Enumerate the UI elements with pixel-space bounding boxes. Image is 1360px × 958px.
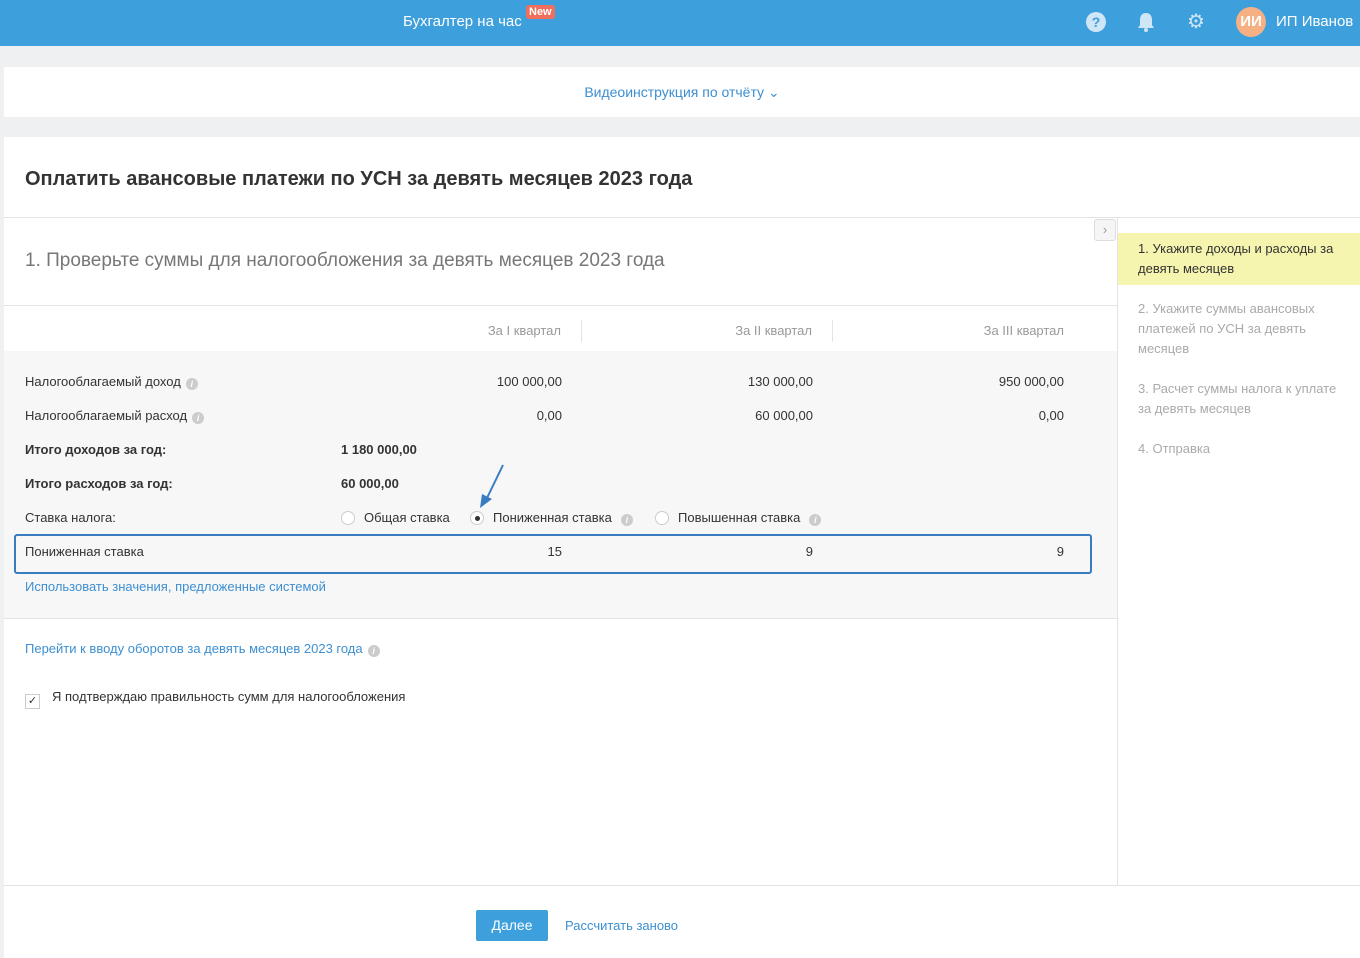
bell-icon[interactable] bbox=[1135, 11, 1157, 33]
expense-q1: 0,00 bbox=[536, 408, 562, 423]
tax-rate-label: Ставка налога: bbox=[25, 510, 116, 525]
divider bbox=[4, 305, 1117, 306]
info-icon[interactable]: i bbox=[809, 514, 822, 526]
confirm-checkbox[interactable]: ✓ Я подтверждаю правильность сумм для нал… bbox=[25, 689, 405, 709]
column-header: За I квартал bbox=[487, 323, 561, 338]
divider bbox=[4, 618, 1117, 619]
recalculate-link[interactable]: Рассчитать заново bbox=[565, 918, 678, 933]
total-income-value: 1 180 000,00 bbox=[341, 442, 417, 457]
reduced-rate-label: Пониженная ставка bbox=[25, 544, 144, 559]
brand-title[interactable]: Бухгалтер на час bbox=[403, 13, 522, 30]
checkmark-icon[interactable]: ✓ bbox=[25, 694, 40, 709]
column-separator bbox=[581, 320, 582, 342]
income-q3: 950 000,00 bbox=[998, 374, 1064, 389]
user-name[interactable]: ИП Иванов bbox=[1276, 13, 1353, 30]
main-card: Оплатить авансовые платежи по УСН за дев… bbox=[4, 137, 1360, 958]
steps-sidebar: 1. Укажите доходы и расходы за девять ме… bbox=[1117, 217, 1360, 885]
expense-q2: 60 000,00 bbox=[755, 408, 813, 423]
income-q1: 100 000,00 bbox=[496, 374, 562, 389]
expense-label: Налогооблагаемый расход i bbox=[25, 408, 205, 424]
reduced-rate-q3[interactable]: 9 bbox=[864, 544, 1064, 559]
turnover-link-row: Перейти к вводу оборотов за девять месяц… bbox=[25, 641, 380, 657]
info-icon[interactable]: i bbox=[367, 645, 380, 657]
radio-button[interactable] bbox=[341, 511, 355, 525]
arrow-annotation-icon bbox=[480, 464, 504, 508]
info-icon[interactable]: i bbox=[192, 412, 205, 424]
income-q2: 130 000,00 bbox=[747, 374, 813, 389]
step-item: 4. Отправка bbox=[1138, 441, 1211, 456]
info-icon[interactable]: i bbox=[620, 514, 633, 526]
radio-increased-rate[interactable]: Повышенная ставка i bbox=[655, 510, 822, 526]
income-label: Налогооблагаемый доход i bbox=[25, 374, 198, 390]
gear-icon[interactable]: ⚙ bbox=[1185, 11, 1207, 33]
page-title: Оплатить авансовые платежи по УСН за дев… bbox=[25, 168, 693, 190]
help-icon[interactable]: ? bbox=[1085, 11, 1107, 33]
step-item: 2. Укажите суммы авансовых платежей по У… bbox=[1138, 301, 1315, 356]
radio-button[interactable] bbox=[655, 511, 669, 525]
video-instruction-toggle[interactable]: Видеоинструкция по отчёту ⌄ bbox=[4, 84, 1360, 101]
sidebar-toggle-button[interactable]: › bbox=[1094, 219, 1116, 241]
new-badge: New bbox=[526, 5, 555, 19]
total-income-label: Итого доходов за год: bbox=[25, 442, 167, 457]
chevron-down-icon: ⌄ bbox=[767, 84, 780, 100]
use-system-values-link[interactable]: Использовать значения, предложенные сист… bbox=[25, 579, 326, 594]
reduced-rate-q1[interactable]: 15 bbox=[362, 544, 562, 559]
svg-text:?: ? bbox=[1092, 14, 1101, 30]
column-header: За III квартал bbox=[983, 323, 1064, 338]
section-title: 1. Проверьте суммы для налогообложения з… bbox=[25, 250, 665, 271]
turnover-link[interactable]: Перейти к вводу оборотов за девять месяц… bbox=[25, 641, 363, 656]
expense-q3: 0,00 bbox=[1038, 408, 1064, 423]
reduced-rate-q2[interactable]: 9 bbox=[613, 544, 813, 559]
column-header: За II квартал bbox=[735, 323, 812, 338]
radio-general-rate[interactable]: Общая ставка bbox=[341, 510, 450, 525]
step-item: 3. Расчет суммы налога к уплате за девят… bbox=[1138, 381, 1337, 416]
info-icon[interactable]: i bbox=[185, 378, 198, 390]
top-bar: Бухгалтер на час New ? ⚙ ИИ ИП Иванов bbox=[0, 0, 1360, 46]
column-separator bbox=[832, 320, 833, 342]
radio-reduced-rate[interactable]: Пониженная ставка i bbox=[470, 510, 633, 526]
video-band: Видеоинструкция по отчёту ⌄ bbox=[4, 67, 1360, 117]
divider bbox=[4, 885, 1360, 886]
radio-button[interactable] bbox=[470, 511, 484, 525]
next-button[interactable]: Далее bbox=[476, 910, 548, 941]
step-item[interactable]: 1. Укажите доходы и расходы за девять ме… bbox=[1118, 233, 1360, 285]
avatar[interactable]: ИИ bbox=[1236, 7, 1266, 37]
total-expense-value: 60 000,00 bbox=[341, 476, 399, 491]
total-expense-label: Итого расходов за год: bbox=[25, 476, 173, 491]
